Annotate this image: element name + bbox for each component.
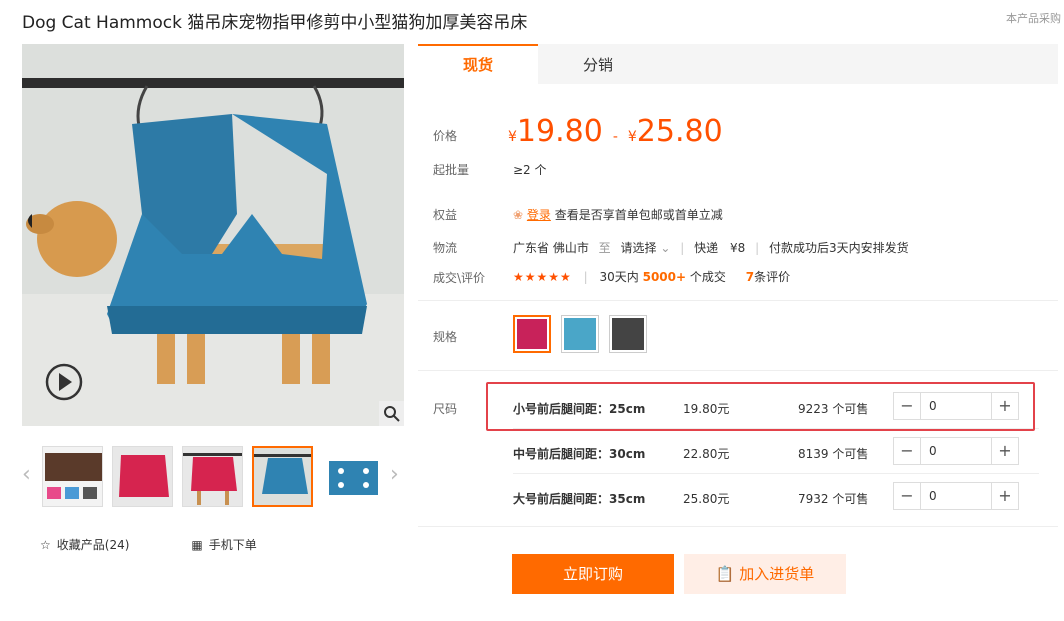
- favorite-button[interactable]: ☆ 收藏产品(24): [40, 536, 129, 553]
- hammock-photo: [22, 44, 404, 426]
- price-high: 25.80: [636, 114, 723, 149]
- deals-label: 成交\评价: [433, 271, 486, 285]
- product-actions: ☆ 收藏产品(24) ▦ 手机下单: [40, 536, 257, 553]
- selected-sku-highlight: [486, 382, 1035, 431]
- price-label: 价格: [433, 129, 458, 143]
- plus-button[interactable]: +: [992, 438, 1018, 464]
- deals-row: ★★★★★ | 30天内 5000+ 个成交 7条评价: [513, 270, 791, 284]
- thumbnail-2[interactable]: [112, 446, 173, 507]
- thumbnail-5[interactable]: [322, 446, 383, 507]
- star-outline-icon: ☆: [40, 537, 51, 552]
- size-label: 尺码: [433, 402, 458, 416]
- moq-value: ≥2 个: [513, 163, 547, 177]
- tab-bar: 现货 分销: [418, 44, 1058, 84]
- benefit-label: 权益: [433, 208, 458, 222]
- logistics-row: 广东省 佛山市 至 请选择 ⌄ | 快递 ¥8 | 付款成功后3天内安排发货: [513, 241, 909, 255]
- destination-select[interactable]: 请选择 ⌄: [621, 241, 671, 255]
- price-range: ¥19.80- ¥25.80: [508, 114, 723, 149]
- thumbnail-3[interactable]: [182, 446, 243, 507]
- quantity-stepper: − 0 +: [893, 482, 1019, 510]
- qr-code-icon: ▦: [191, 537, 203, 552]
- top-right-note: 本产品采购: [1006, 12, 1061, 25]
- login-link[interactable]: 登录: [527, 208, 551, 222]
- thumbnail-1[interactable]: [42, 446, 103, 507]
- mobile-order-button[interactable]: ▦ 手机下单: [191, 536, 256, 553]
- swatch-gray[interactable]: [609, 315, 647, 353]
- quantity-input[interactable]: 0: [920, 483, 992, 509]
- thumbnail-strip: ‹ ›: [22, 444, 406, 508]
- sku-row: 大号前后腿间距：35cm 25.80元 7932 个可售 − 0 +: [513, 482, 1023, 512]
- logistics-label: 物流: [433, 241, 458, 255]
- reviews-link[interactable]: 7条评价: [746, 270, 790, 284]
- main-product-image[interactable]: [22, 44, 404, 426]
- next-arrow-icon[interactable]: ›: [390, 460, 404, 490]
- tab-in-stock[interactable]: 现货: [418, 44, 538, 84]
- benefit-icon: ❀: [513, 208, 524, 222]
- quantity-input[interactable]: 0: [920, 438, 992, 464]
- minus-button[interactable]: −: [894, 438, 920, 464]
- price-low: 19.80: [516, 114, 603, 149]
- moq-label: 起批量: [433, 163, 470, 177]
- product-title: Dog Cat Hammock 猫吊床宠物指甲修剪中小型猫狗加厚美容吊床: [22, 13, 528, 33]
- quantity-stepper: − 0 +: [893, 437, 1019, 465]
- prev-arrow-icon[interactable]: ‹: [22, 460, 36, 490]
- swatch-blue[interactable]: [561, 315, 599, 353]
- spec-label: 规格: [433, 330, 458, 344]
- plus-button[interactable]: +: [992, 483, 1018, 509]
- sku-row: 中号前后腿间距：30cm 22.80元 8139 个可售 − 0 +: [513, 437, 1023, 467]
- benefit-row: ❀ 登录 查看是否享首单包邮或首单立减: [513, 208, 723, 222]
- swatch-pink[interactable]: [513, 315, 551, 353]
- buy-now-button[interactable]: 立即订购: [512, 554, 674, 594]
- minus-button[interactable]: −: [894, 483, 920, 509]
- tab-distribution[interactable]: 分销: [538, 44, 658, 84]
- clipboard-icon: 📋: [715, 565, 735, 583]
- rating-stars: ★★★★★: [513, 270, 572, 284]
- thumbnail-4[interactable]: [252, 446, 313, 507]
- chevron-down-icon: ⌄: [660, 241, 671, 255]
- add-to-cart-button[interactable]: 📋 加入进货单: [684, 554, 846, 594]
